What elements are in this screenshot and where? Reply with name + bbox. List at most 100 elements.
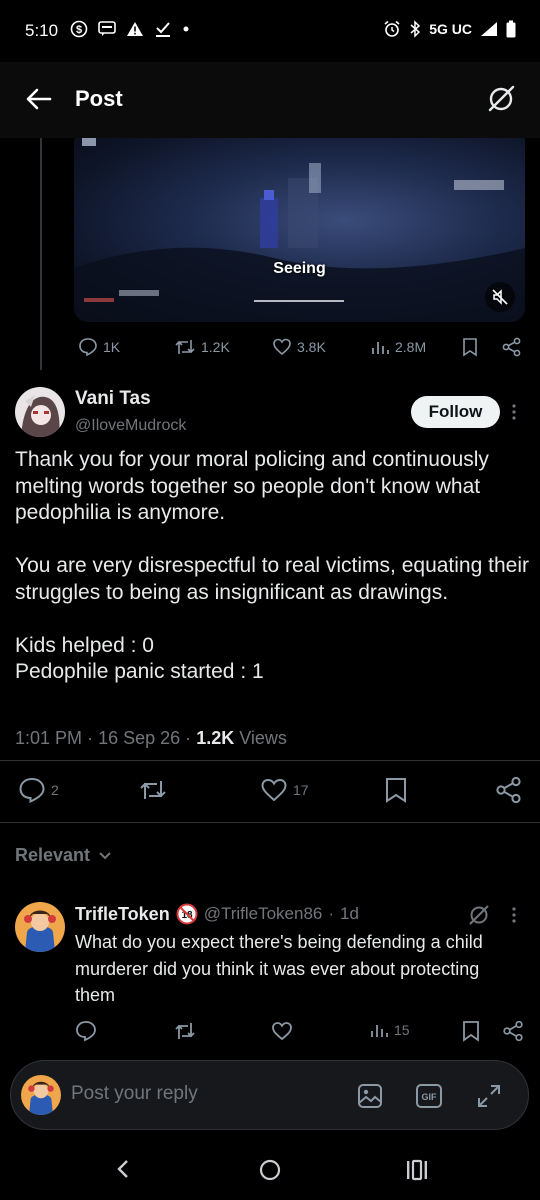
repost-stat[interactable]: 1.2K [174, 337, 230, 357]
user-avatar [21, 1075, 61, 1115]
post-body: Thank you for your moral policing and co… [15, 448, 529, 683]
alarm-icon [383, 20, 401, 38]
battery-icon [506, 20, 516, 38]
more-options-icon[interactable] [508, 402, 520, 422]
repost-icon [175, 340, 195, 354]
reply-count: 1K [103, 339, 121, 355]
reply-header: TrifleToken 18 @TrifleToken86 · 1d [75, 903, 359, 925]
svg-text:$: $ [76, 24, 82, 36]
dot-icon [182, 25, 190, 33]
divider [0, 760, 540, 761]
video-frame [74, 138, 525, 322]
reply-icon [19, 777, 45, 803]
back-arrow-icon[interactable] [26, 87, 52, 111]
task-done-icon [154, 20, 172, 38]
grok-icon[interactable] [468, 904, 490, 926]
post-date: 16 Sep 26 [98, 728, 181, 748]
author-name[interactable]: Vani Tas [75, 388, 151, 410]
warning-icon [126, 21, 144, 37]
message-icon [98, 21, 116, 37]
repost-icon [175, 1023, 195, 1039]
views-stat[interactable]: 2.8M [370, 337, 426, 357]
grok-icon[interactable] [486, 84, 516, 114]
gif-icon[interactable]: GIF [415, 1083, 443, 1109]
repost-count: 1.2K [201, 339, 230, 355]
heart-icon [272, 1022, 292, 1041]
system-nav-bar [0, 1140, 540, 1200]
post-views-count: 1.2K [196, 728, 235, 748]
author-avatar[interactable] [15, 387, 65, 437]
thread-line [40, 138, 42, 370]
bookmark-button[interactable] [461, 1020, 481, 1042]
post-views-label: Views [239, 728, 287, 748]
top-app-bar: Post [0, 62, 540, 138]
back-nav-icon[interactable] [114, 1158, 132, 1180]
bookmark-button[interactable] [384, 777, 408, 803]
reply-icon [79, 338, 97, 357]
reply-age: 1d [340, 904, 359, 923]
reply-author-handle[interactable]: @TrifleToken86 [204, 904, 323, 924]
status-bar: 5:10 $ 5G UC [0, 0, 540, 62]
chevron-down-icon [99, 851, 111, 859]
views-icon [372, 342, 389, 354]
reply-action-bar: 15 [75, 1018, 525, 1044]
svg-text:GIF: GIF [422, 1092, 438, 1102]
reply-count: 2 [51, 782, 59, 798]
status-time: 5:10 [25, 21, 59, 40]
divider [0, 822, 540, 823]
share-icon [496, 776, 521, 804]
signal-icon [480, 21, 498, 37]
heart-icon [261, 778, 287, 802]
share-icon [503, 1020, 523, 1042]
money-app-icon: $ [70, 20, 88, 38]
page-title: Post [75, 86, 123, 111]
heart-icon [273, 338, 291, 356]
bookmark-icon[interactable] [461, 337, 479, 357]
like-button[interactable]: 17 [260, 777, 309, 803]
repost-icon [140, 781, 166, 799]
speaker-muted-icon [492, 289, 508, 305]
follow-button[interactable]: Follow [411, 396, 500, 428]
reply-body: What do you expect there's being defendi… [75, 932, 483, 1005]
reply-composer[interactable]: Post your reply GIF [10, 1060, 529, 1130]
reply-button[interactable]: 2 [18, 777, 59, 803]
post-action-bar: 2 17 [0, 770, 540, 810]
author-handle[interactable]: @IloveMudrock [75, 417, 186, 435]
network-label: 5G UC [429, 21, 472, 37]
post-meta: 1:01 PM · 16 Sep 26 · 1.2K Views [15, 728, 287, 748]
share-button[interactable] [502, 1020, 524, 1042]
reply-sort-dropdown[interactable]: Relevant [15, 845, 112, 866]
share-button[interactable] [495, 776, 523, 804]
reply-stat[interactable]: 1K [78, 337, 120, 357]
like-stat[interactable]: 3.8K [272, 337, 326, 357]
image-icon[interactable] [357, 1083, 383, 1109]
views-icon [371, 1025, 388, 1037]
repost-button[interactable] [173, 1020, 197, 1042]
reply-author-name[interactable]: TrifleToken [75, 904, 170, 925]
bookmark-icon [463, 1021, 479, 1042]
like-count: 17 [293, 782, 309, 798]
video-caption: Seeing [273, 260, 326, 277]
age-restricted-icon: 18 [176, 903, 198, 925]
like-button[interactable] [271, 1020, 293, 1042]
views-stat[interactable]: 15 [369, 1020, 410, 1040]
reply-icon [76, 1021, 96, 1042]
bluetooth-icon [409, 20, 421, 38]
more-options-icon[interactable] [508, 905, 520, 925]
video-player[interactable]: Seeing [74, 138, 525, 322]
post-time: 1:01 PM [15, 728, 83, 748]
share-icon[interactable] [502, 337, 522, 357]
reply-input[interactable]: Post your reply [71, 1083, 198, 1105]
reply-button[interactable] [75, 1020, 97, 1042]
reply-author-avatar[interactable] [15, 902, 65, 952]
recents-nav-icon[interactable] [405, 1159, 429, 1181]
quoted-post-stats: 1K 1.2K 3.8K 2.8M [74, 334, 526, 360]
like-count: 3.8K [297, 339, 326, 355]
repost-button[interactable] [138, 778, 168, 802]
mute-button[interactable] [485, 282, 515, 312]
reply-sort-label: Relevant [15, 845, 91, 865]
bookmark-icon [386, 778, 406, 803]
home-nav-icon[interactable] [258, 1158, 282, 1182]
reply-views-count: 15 [394, 1022, 410, 1038]
expand-icon[interactable] [476, 1083, 502, 1109]
